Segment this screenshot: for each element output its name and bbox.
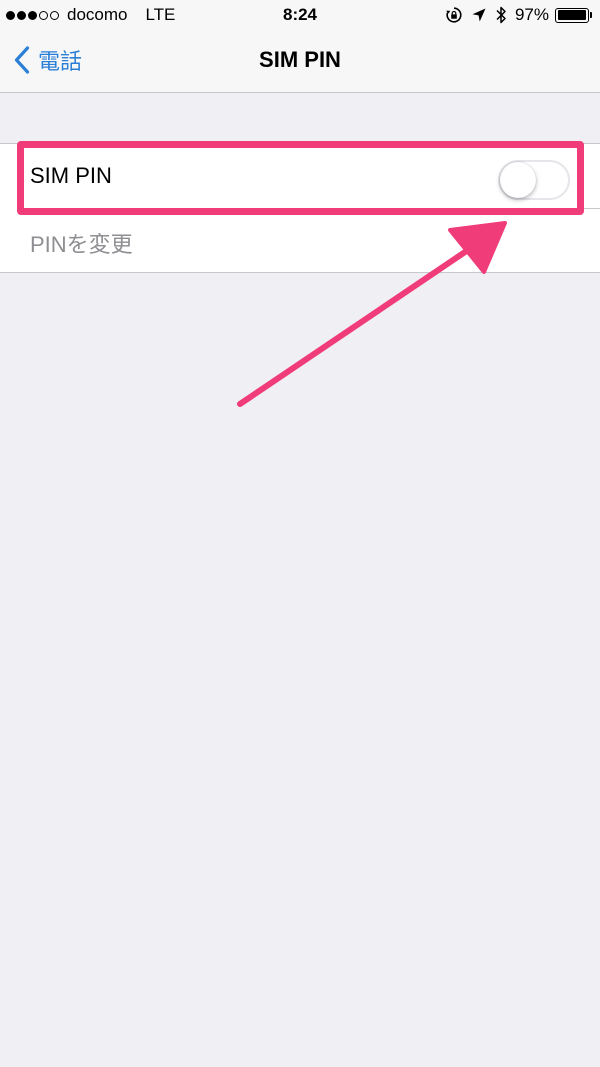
toggle-knob <box>500 162 536 198</box>
sim-pin-label: SIM PIN <box>30 163 112 188</box>
status-bar: docomo LTE 8:24 97% <box>0 0 600 30</box>
page-title: SIM PIN <box>259 47 341 72</box>
sim-pin-toggle[interactable] <box>498 160 570 200</box>
battery-percent: 97% <box>514 5 549 24</box>
location-arrow-icon <box>471 7 487 23</box>
change-pin-label: PINを変更 <box>30 232 133 257</box>
navigation-bar: 電話 SIM PIN <box>0 30 600 93</box>
battery-icon <box>555 7 592 23</box>
settings-group: SIM PIN PINを変更 <box>0 143 600 273</box>
sim-pin-cell: SIM PIN <box>0 144 600 208</box>
bluetooth-icon <box>495 5 507 25</box>
change-pin-cell[interactable]: PINを変更 <box>0 208 600 272</box>
status-right: 97% <box>437 5 592 25</box>
rotation-lock-icon <box>445 6 463 24</box>
